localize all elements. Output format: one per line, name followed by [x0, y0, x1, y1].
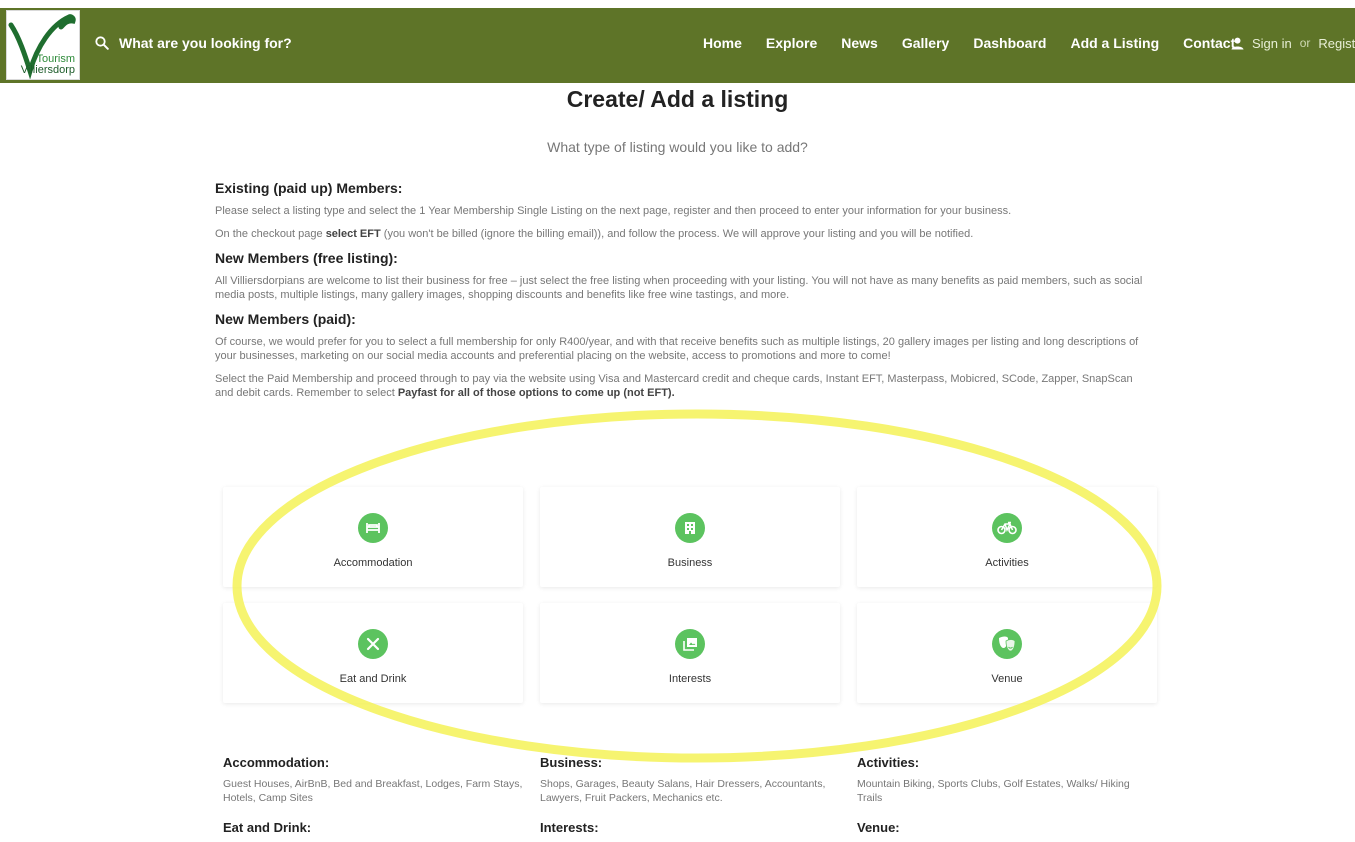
- description-heading: Eat and Drink:: [223, 820, 312, 835]
- search-icon: [95, 36, 109, 50]
- nav-explore[interactable]: Explore: [766, 35, 817, 51]
- existing-members-text-2: On the checkout page select EFT (you won…: [215, 228, 974, 240]
- description-heading: Business:: [540, 755, 603, 770]
- description-text: Mountain Biking, Sports Clubs, Golf Esta…: [857, 778, 1130, 804]
- bicycle-icon: [992, 513, 1022, 543]
- nav-home[interactable]: Home: [703, 35, 742, 51]
- nav-add-listing[interactable]: Add a Listing: [1070, 35, 1159, 51]
- description-business: Business: Shops, Garages, Beauty Salans,…: [540, 755, 840, 805]
- top-navigation-bar: Tourism Villiersdorp What are you lookin…: [0, 0, 1355, 83]
- listing-type-venue[interactable]: Venue: [857, 603, 1157, 703]
- theater-masks-icon: [992, 629, 1022, 659]
- or-text: or: [1299, 36, 1311, 50]
- description-text: Shops, Garages, Beauty Salans, Hair Dres…: [540, 778, 826, 804]
- description-heading: Activities:: [857, 755, 920, 770]
- sign-in-register: Sign in or Register: [1231, 32, 1355, 54]
- description-text: Guest Houses, AirBnB, Bed and Breakfast,…: [223, 778, 523, 804]
- site-logo[interactable]: Tourism Villiersdorp: [6, 10, 80, 80]
- description-eat-and-drink: Eat and Drink:: [223, 820, 523, 842]
- nav-gallery[interactable]: Gallery: [902, 35, 949, 51]
- building-icon: [675, 513, 705, 543]
- description-accommodation: Accommodation: Guest Houses, AirBnB, Bed…: [223, 755, 523, 805]
- search-trigger[interactable]: What are you looking for?: [95, 32, 292, 54]
- listing-type-label: Venue: [991, 673, 1023, 685]
- existing-members-heading: Existing (paid up) Members:: [215, 180, 403, 196]
- logo-line-villiersdorp: Villiersdorp: [20, 64, 75, 76]
- free-members-text: All Villiersdorpians are welcome to list…: [215, 275, 1143, 301]
- page-title: Create/ Add a listing: [566, 86, 789, 112]
- listing-type-activities[interactable]: Activities: [857, 487, 1157, 587]
- paid-members-heading: New Members (paid):: [215, 311, 356, 327]
- description-activities: Activities: Mountain Biking, Sports Club…: [857, 755, 1157, 805]
- nav-contact[interactable]: Contact: [1183, 35, 1235, 51]
- sign-in-link[interactable]: Sign in: [1252, 36, 1292, 51]
- listing-type-accommodation[interactable]: Accommodation: [223, 487, 523, 587]
- main-navigation: Home Explore News Gallery Dashboard Add …: [703, 32, 1235, 54]
- description-venue: Venue:: [857, 820, 1157, 842]
- listing-type-label: Activities: [985, 557, 1029, 569]
- bed-icon: [358, 513, 388, 543]
- highlight-ellipse-annotation: [232, 409, 1162, 763]
- listing-type-label: Accommodation: [333, 557, 413, 569]
- listing-type-label: Business: [667, 557, 713, 569]
- listing-type-eat-and-drink[interactable]: Eat and Drink: [223, 603, 523, 703]
- user-icon: [1231, 37, 1244, 49]
- listing-type-interests[interactable]: Interests: [540, 603, 840, 703]
- description-heading: Accommodation:: [223, 755, 330, 770]
- description-interests: Interests:: [540, 820, 840, 842]
- membership-info: Existing (paid up) Members: Please selec…: [215, 180, 1145, 409]
- paid-members-text-1: Of course, we would prefer for you to se…: [215, 336, 1139, 362]
- listing-type-business[interactable]: Business: [540, 487, 840, 587]
- description-heading: Interests:: [540, 820, 599, 835]
- page-subtitle: What type of listing would you like to a…: [547, 139, 808, 155]
- description-heading: Venue:: [857, 820, 900, 835]
- nav-dashboard[interactable]: Dashboard: [973, 35, 1046, 51]
- register-link[interactable]: Register: [1318, 36, 1355, 51]
- listing-type-label: Interests: [668, 673, 712, 685]
- utensils-icon: [358, 629, 388, 659]
- search-label: What are you looking for?: [119, 35, 292, 51]
- free-members-heading: New Members (free listing):: [215, 250, 398, 266]
- listing-type-label: Eat and Drink: [339, 673, 407, 685]
- paid-members-text-2: Select the Paid Membership and proceed t…: [215, 373, 1133, 399]
- nav-news[interactable]: News: [841, 35, 878, 51]
- photo-library-icon: [675, 629, 705, 659]
- existing-members-text-1: Please select a listing type and select …: [215, 205, 1012, 217]
